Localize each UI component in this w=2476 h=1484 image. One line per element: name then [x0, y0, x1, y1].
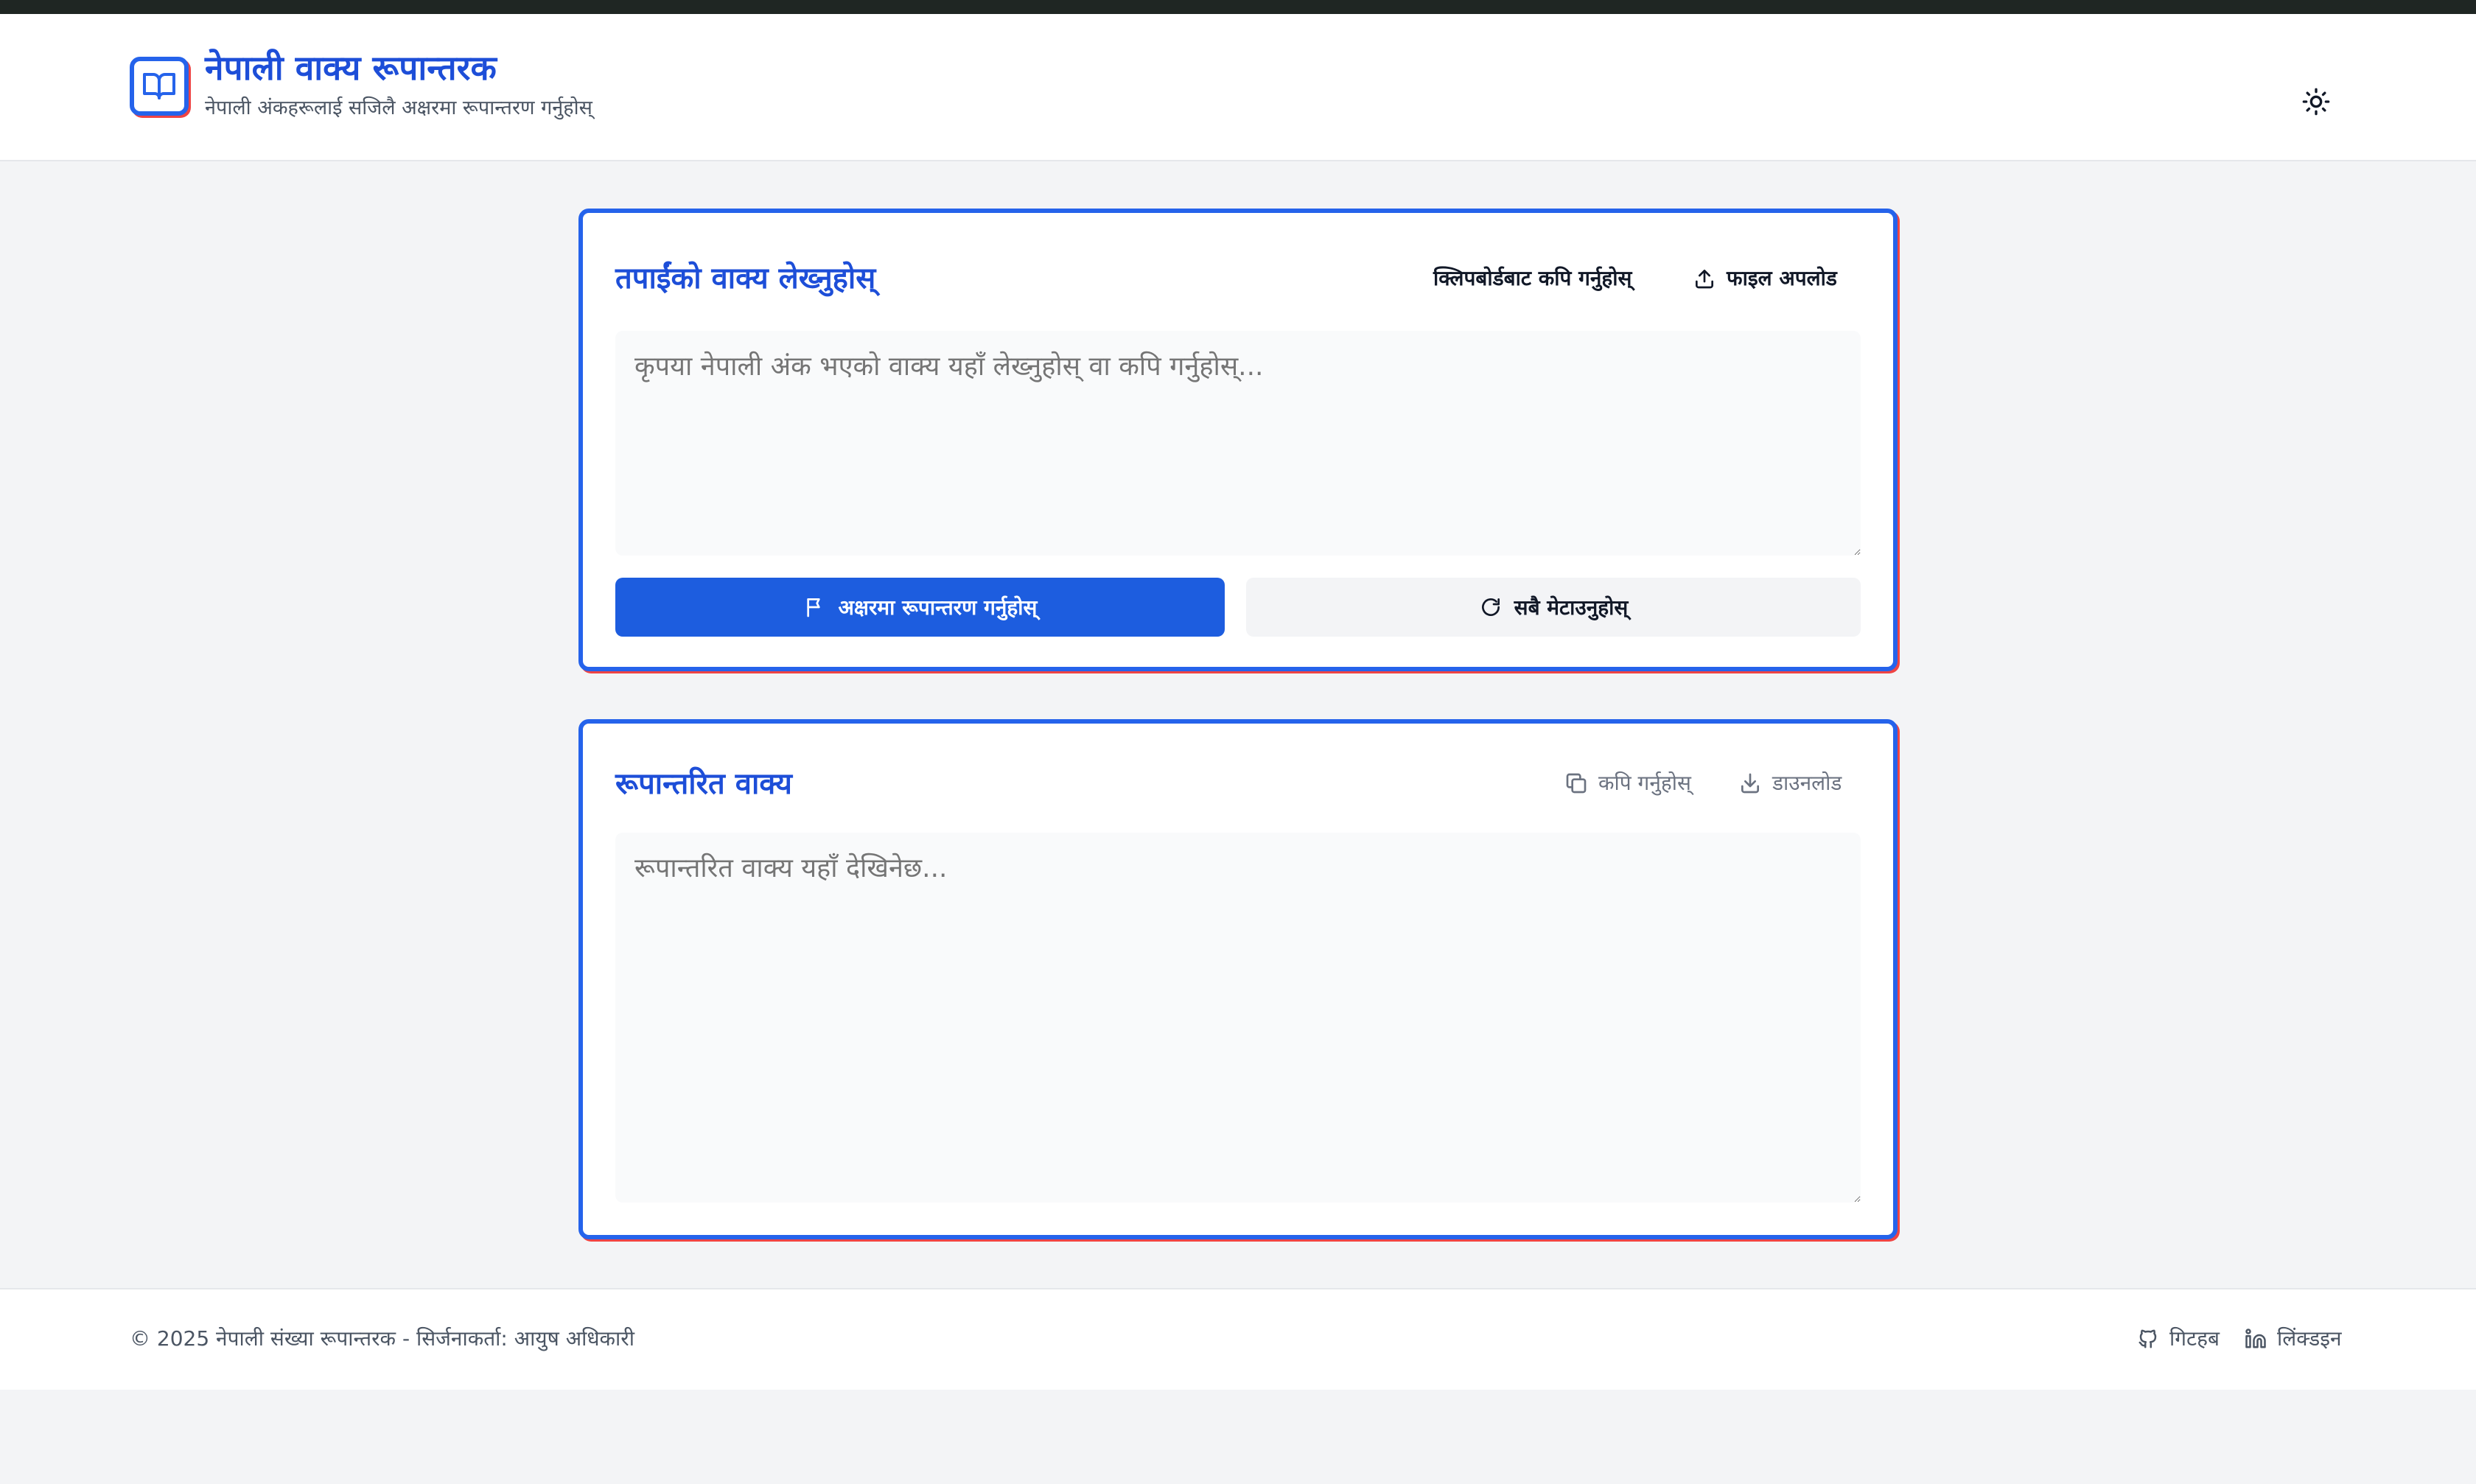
converted-output[interactable]: [615, 833, 1861, 1203]
open-book-icon: [130, 57, 189, 116]
app-footer: © 2025 नेपाली संख्या रूपान्तरक - सिर्जना…: [0, 1288, 2476, 1390]
app-subtitle: नेपाली अंकहरूलाई सजिलै अक्षरमा रूपान्तरण…: [205, 97, 592, 119]
sentence-input[interactable]: [615, 331, 1861, 556]
download-icon: [1741, 773, 1759, 794]
copy-icon: [1566, 773, 1587, 794]
paste-from-clipboard-label: क्लिपबोर्डबाट कपि गर्नुहोस्: [1433, 266, 1632, 290]
copy-output-label: कपि गर्नुहोस्: [1598, 771, 1691, 795]
file-upload-label: फाइल अपलोड: [1727, 266, 1837, 290]
window-top-bar: [0, 0, 2476, 14]
output-card: रूपान्तरित वाक्य कपि गर्नुहोस् डाउनलोड: [578, 719, 1898, 1239]
upload-icon: [1696, 269, 1713, 289]
github-link[interactable]: गिटहब: [2137, 1326, 2220, 1351]
github-label: गिटहब: [2169, 1326, 2220, 1351]
paste-from-clipboard-button[interactable]: क्लिपबोर्डबाट कपि गर्नुहोस्: [1433, 266, 1632, 291]
refresh-icon: [1481, 598, 1500, 616]
flag-icon: [806, 598, 820, 617]
reset-button[interactable]: सबै मेटाउनुहोस्: [1246, 578, 1861, 637]
input-card: तपाईंको वाक्य लेख्नुहोस् क्लिपबोर्डबाट क…: [578, 209, 1898, 671]
copyright-text: © 2025 नेपाली संख्या रूपान्तरक - सिर्जना…: [130, 1326, 635, 1351]
theme-toggle-button[interactable]: [2296, 82, 2336, 122]
github-icon: [2138, 1329, 2157, 1348]
app-header: नेपाली वाक्य रूपान्तरक नेपाली अंकहरूलाई …: [0, 14, 2476, 161]
app-title: नेपाली वाक्य रूपान्तरक: [205, 48, 497, 88]
output-card-title: रूपान्तरित वाक्य: [615, 767, 792, 801]
convert-button[interactable]: अक्षरमा रूपान्तरण गर्नुहोस्: [615, 578, 1225, 637]
linkedin-icon: [2245, 1329, 2266, 1348]
reset-button-label: सबै मेटाउनुहोस्: [1514, 595, 1629, 620]
sun-icon: [2302, 88, 2330, 116]
input-card-title: तपाईंको वाक्य लेख्नुहोस्: [615, 262, 876, 295]
copy-output-button[interactable]: कपि गर्नुहोस्: [1564, 771, 1691, 796]
download-output-label: डाउनलोड: [1772, 771, 1842, 795]
linkedin-label: लिंक्डइन: [2277, 1326, 2342, 1351]
convert-button-label: अक्षरमा रूपान्तरण गर्नुहोस्: [838, 595, 1038, 620]
file-upload-button[interactable]: फाइल अपलोड: [1693, 266, 1837, 291]
download-output-button[interactable]: डाउनलोड: [1738, 771, 1842, 796]
linkedin-link[interactable]: लिंक्डइन: [2245, 1326, 2342, 1351]
